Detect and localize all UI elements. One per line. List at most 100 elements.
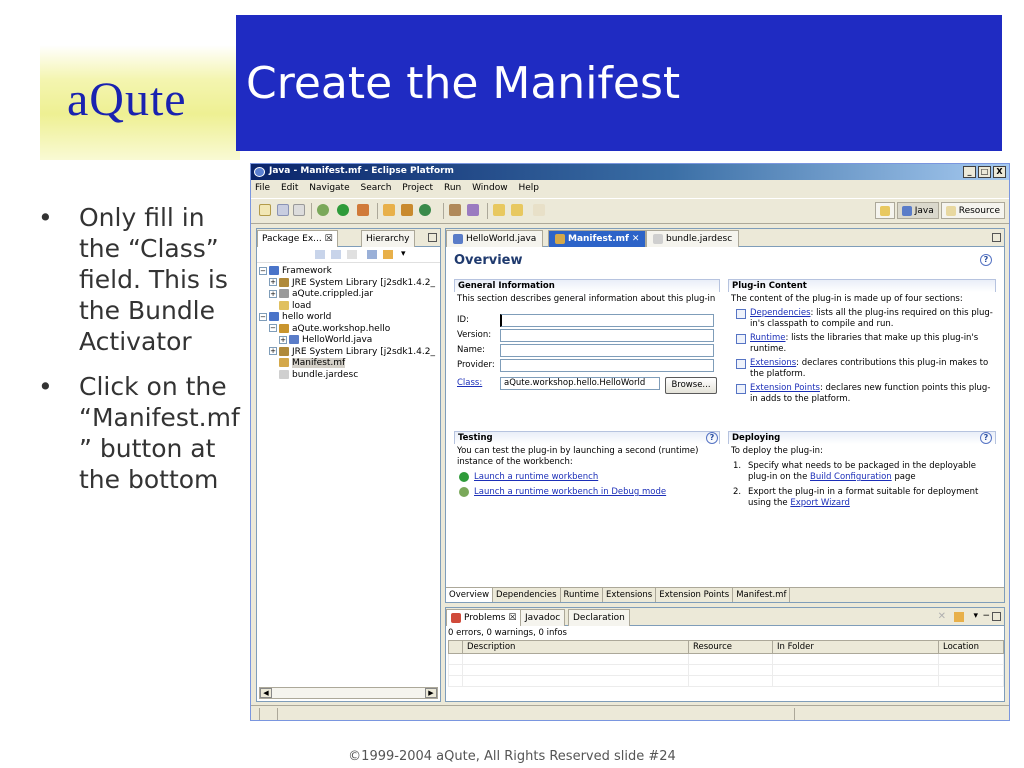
class-link[interactable]: Class: bbox=[457, 378, 482, 389]
expand-icon[interactable]: + bbox=[269, 347, 277, 355]
debug-icon[interactable] bbox=[317, 204, 329, 216]
tab-declaration[interactable]: Declaration bbox=[568, 609, 630, 626]
last-edit-icon[interactable] bbox=[493, 204, 505, 216]
id-field[interactable] bbox=[500, 314, 714, 327]
page-tab-runtime[interactable]: Runtime bbox=[561, 588, 604, 602]
minimize-view-icon[interactable]: − bbox=[982, 611, 990, 621]
run-icon[interactable] bbox=[337, 204, 349, 216]
provider-field[interactable] bbox=[500, 359, 714, 372]
delete-icon[interactable]: ✕ bbox=[938, 612, 946, 622]
link-editor-icon[interactable] bbox=[383, 250, 393, 259]
close-button[interactable]: X bbox=[993, 166, 1006, 178]
runtime-link[interactable]: Runtime bbox=[750, 333, 786, 343]
menu-file[interactable]: File bbox=[251, 181, 274, 193]
menu-navigate[interactable]: Navigate bbox=[305, 181, 353, 193]
column-header-location[interactable]: Location bbox=[938, 640, 1004, 654]
column-header-description[interactable]: Description bbox=[462, 640, 689, 654]
tree-item[interactable]: + HelloWorld.java bbox=[259, 335, 440, 347]
maximize-editor-icon[interactable] bbox=[992, 233, 1001, 242]
page-tab-extensions[interactable]: Extensions bbox=[603, 588, 657, 602]
new-icon[interactable] bbox=[259, 204, 271, 216]
horizontal-scrollbar[interactable]: ◀ ▶ bbox=[259, 687, 438, 699]
save-icon[interactable] bbox=[277, 204, 289, 216]
page-tab-manifest-mf[interactable]: Manifest.mf bbox=[733, 588, 791, 602]
browse-button[interactable]: Browse... bbox=[665, 377, 717, 394]
version-field[interactable] bbox=[500, 329, 714, 342]
tab-manifest-mf[interactable]: Manifest.mf ✕ bbox=[548, 230, 647, 247]
class-field[interactable]: aQute.workshop.hello.HelloWorld bbox=[500, 377, 660, 390]
tab-javadoc[interactable]: Javadoc bbox=[520, 609, 566, 626]
column-header-resource[interactable]: Resource bbox=[688, 640, 773, 654]
build-configuration-link[interactable]: Build Configuration bbox=[810, 472, 892, 482]
tab-problems[interactable]: Problems ☒ bbox=[446, 609, 522, 626]
menu-project[interactable]: Project bbox=[398, 181, 437, 193]
collapse-icon[interactable]: − bbox=[259, 266, 267, 275]
export-wizard-link[interactable]: Export Wizard bbox=[790, 498, 850, 508]
back-icon[interactable] bbox=[315, 250, 325, 259]
tab-bundle-jardesc[interactable]: bundle.jardesc bbox=[646, 230, 740, 247]
print-icon[interactable] bbox=[293, 204, 305, 216]
tree-item[interactable]: − Framework bbox=[259, 266, 440, 278]
back-icon[interactable] bbox=[511, 204, 523, 216]
extension-points-link[interactable]: Extension Points bbox=[750, 383, 820, 393]
column-header-in-folder[interactable]: In Folder bbox=[772, 640, 939, 654]
window-titlebar[interactable]: Java - Manifest.mf - Eclipse Platform _ … bbox=[251, 164, 1009, 180]
menu-edit[interactable]: Edit bbox=[277, 181, 302, 193]
tab-helloworld-java[interactable]: HelloWorld.java bbox=[446, 230, 544, 247]
scroll-right-icon[interactable]: ▶ bbox=[425, 688, 437, 698]
tree-item[interactable]: + JRE System Library [j2sdk1.4.2_ bbox=[259, 346, 440, 359]
help-icon[interactable]: ? bbox=[980, 254, 992, 266]
external-tools-icon[interactable] bbox=[357, 204, 369, 216]
collapse-icon[interactable]: − bbox=[259, 312, 267, 321]
tree-item[interactable]: + aQute.crippled.jar bbox=[259, 289, 440, 301]
testing-help-icon[interactable]: ? bbox=[706, 432, 718, 444]
view-menu-icon[interactable]: ▾ bbox=[401, 249, 406, 259]
page-tab-extension-points[interactable]: Extension Points bbox=[656, 588, 734, 602]
tree-item[interactable]: + JRE System Library [j2sdk1.4.2_ bbox=[259, 277, 440, 290]
close-tab-icon[interactable]: ✕ bbox=[632, 234, 640, 244]
tree-item[interactable]: − hello world bbox=[259, 312, 440, 324]
tab-hierarchy[interactable]: Hierarchy bbox=[361, 230, 415, 247]
collapse-all-icon[interactable] bbox=[367, 250, 377, 259]
menu-run[interactable]: Run bbox=[440, 181, 465, 193]
launch-debug-link[interactable]: Launch a runtime workbench in Debug mode bbox=[474, 487, 666, 497]
scroll-left-icon[interactable]: ◀ bbox=[260, 688, 272, 698]
name-field[interactable] bbox=[500, 344, 714, 357]
extensions-link[interactable]: Extensions bbox=[750, 358, 796, 368]
page-tab-dependencies[interactable]: Dependencies bbox=[493, 588, 561, 602]
new-java-project-icon[interactable] bbox=[383, 204, 395, 216]
view-menu-icon[interactable]: ▾ bbox=[973, 611, 978, 621]
new-package-icon[interactable] bbox=[401, 204, 413, 216]
maximize-view-icon[interactable] bbox=[992, 612, 1001, 621]
forward-icon[interactable] bbox=[533, 204, 545, 216]
tree-item[interactable]: Manifest.mf bbox=[259, 358, 440, 370]
page-tab-overview[interactable]: Overview bbox=[446, 588, 494, 602]
new-class-icon[interactable] bbox=[419, 204, 431, 216]
minimize-button[interactable]: _ bbox=[963, 166, 976, 178]
search-icon[interactable] bbox=[467, 204, 479, 216]
tree-item[interactable]: − aQute.workshop.hello bbox=[259, 323, 440, 336]
java-perspective-button[interactable]: Java bbox=[896, 202, 939, 219]
open-type-icon[interactable] bbox=[449, 204, 461, 216]
collapse-icon[interactable]: − bbox=[269, 324, 277, 332]
menu-search[interactable]: Search bbox=[357, 181, 396, 193]
maximize-button[interactable]: □ bbox=[978, 166, 991, 178]
tree-item[interactable]: bundle.jardesc bbox=[259, 369, 440, 382]
menu-window[interactable]: Window bbox=[468, 181, 512, 193]
dependencies-link[interactable]: Dependencies bbox=[750, 308, 811, 318]
up-icon[interactable] bbox=[347, 250, 357, 259]
open-perspective-button[interactable] bbox=[874, 202, 895, 219]
expand-icon[interactable]: + bbox=[269, 278, 277, 286]
column-header-icon[interactable] bbox=[448, 640, 463, 654]
tab-package-explorer[interactable]: Package Ex... ☒ bbox=[257, 230, 338, 247]
expand-icon[interactable]: + bbox=[279, 335, 287, 344]
resource-perspective-button[interactable]: Resource bbox=[940, 202, 1005, 219]
launch-runtime-link[interactable]: Launch a runtime workbench bbox=[474, 472, 598, 482]
maximize-view-icon[interactable] bbox=[428, 233, 437, 242]
menu-help[interactable]: Help bbox=[514, 181, 543, 193]
deploying-help-icon[interactable]: ? bbox=[980, 432, 992, 444]
forward-icon[interactable] bbox=[331, 250, 341, 259]
expand-icon[interactable]: + bbox=[269, 289, 277, 298]
tree-item[interactable]: load bbox=[259, 300, 440, 313]
filter-icon[interactable] bbox=[954, 612, 964, 622]
